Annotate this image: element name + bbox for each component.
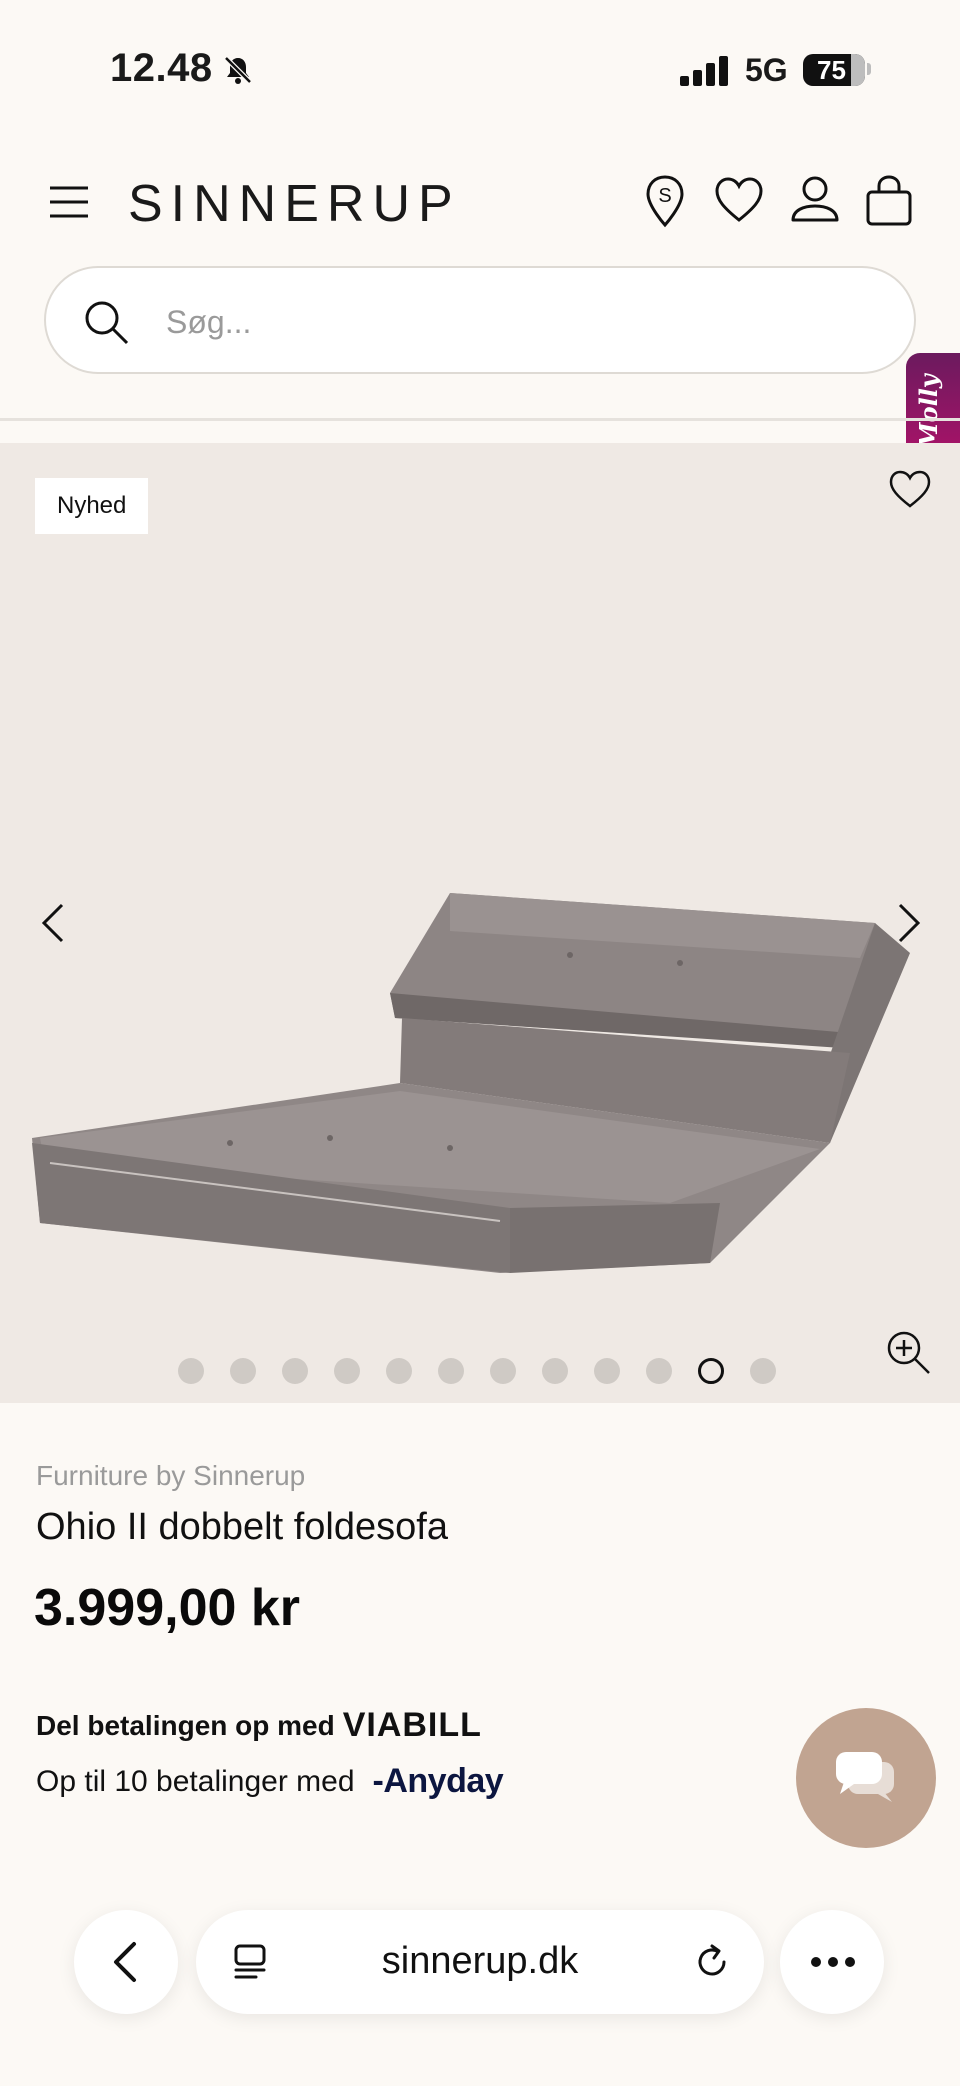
- gallery-dot[interactable]: [438, 1358, 464, 1384]
- status-bar: 12.48 5G 75: [0, 0, 960, 140]
- search-bar[interactable]: [44, 266, 916, 374]
- gallery-dot[interactable]: [594, 1358, 620, 1384]
- back-arrow-icon: [114, 1942, 136, 1982]
- gallery-dot[interactable]: [750, 1358, 776, 1384]
- product-gallery[interactable]: Nyhed: [0, 443, 960, 1403]
- bell-muted-icon: [224, 56, 252, 84]
- product-image: [32, 893, 910, 1273]
- cart-icon[interactable]: [864, 174, 914, 228]
- site-logo[interactable]: SINNERUP: [128, 174, 461, 234]
- chat-button[interactable]: [796, 1708, 936, 1848]
- anyday-text: Op til 10 betalinger med: [36, 1764, 355, 1798]
- gallery-dot[interactable]: [698, 1358, 724, 1384]
- viabill-logo: VIABILL: [342, 1706, 482, 1744]
- search-icon: [85, 301, 129, 345]
- add-to-wishlist-icon[interactable]: [888, 469, 932, 509]
- account-icon[interactable]: [790, 174, 840, 228]
- anyday-payment-row[interactable]: Op til 10 betalinger med -Anyday: [36, 1762, 504, 1801]
- browser-url: sinnerup.dk: [381, 1940, 579, 1982]
- viabill-payment-row[interactable]: Del betalingen op med VIABILL: [36, 1706, 482, 1745]
- status-time: 12.48: [110, 46, 213, 90]
- molly-label: Molly: [914, 374, 943, 449]
- battery-indicator: 75: [803, 54, 865, 86]
- svg-text:S: S: [658, 185, 671, 207]
- site-header: SINNERUP S: [0, 160, 960, 250]
- menu-icon[interactable]: [48, 184, 90, 220]
- browser-more-button[interactable]: [780, 1910, 884, 2014]
- gallery-dot[interactable]: [282, 1358, 308, 1384]
- browser-address-bar[interactable]: sinnerup.dk: [196, 1910, 764, 2014]
- store-location-icon[interactable]: S: [640, 174, 690, 228]
- viabill-text: Del betalingen op med: [36, 1709, 335, 1741]
- gallery-pagination: [178, 1358, 776, 1386]
- product-title: Ohio II dobbelt foldesofa: [36, 1506, 448, 1548]
- gallery-dot[interactable]: [334, 1358, 360, 1384]
- gallery-dot[interactable]: [178, 1358, 204, 1384]
- gallery-dot[interactable]: [230, 1358, 256, 1384]
- more-dots-icon: [811, 1957, 855, 1967]
- gallery-dot[interactable]: [646, 1358, 672, 1384]
- zoom-in-icon[interactable]: [884, 1328, 932, 1376]
- battery-nub: [867, 63, 871, 75]
- new-badge: Nyhed: [35, 478, 149, 534]
- browser-toolbar: sinnerup.dk: [0, 1880, 960, 2086]
- search-input[interactable]: [166, 294, 866, 350]
- gallery-next-arrow[interactable]: [890, 901, 926, 945]
- header-divider: [0, 418, 960, 421]
- reload-icon[interactable]: [692, 1942, 732, 1982]
- gallery-dot[interactable]: [386, 1358, 412, 1384]
- anyday-logo: -Anyday: [372, 1762, 504, 1800]
- product-price: 3.999,00 kr: [34, 1579, 301, 1637]
- chat-icon: [836, 1752, 894, 1802]
- network-label: 5G: [745, 52, 788, 88]
- gallery-dot[interactable]: [490, 1358, 516, 1384]
- gallery-dot[interactable]: [542, 1358, 568, 1384]
- gallery-prev-arrow[interactable]: [36, 901, 72, 945]
- wishlist-icon[interactable]: [714, 174, 764, 228]
- signal-icon: [680, 56, 728, 86]
- product-brand[interactable]: Furniture by Sinnerup: [36, 1460, 305, 1492]
- browser-back-button[interactable]: [74, 1910, 178, 2014]
